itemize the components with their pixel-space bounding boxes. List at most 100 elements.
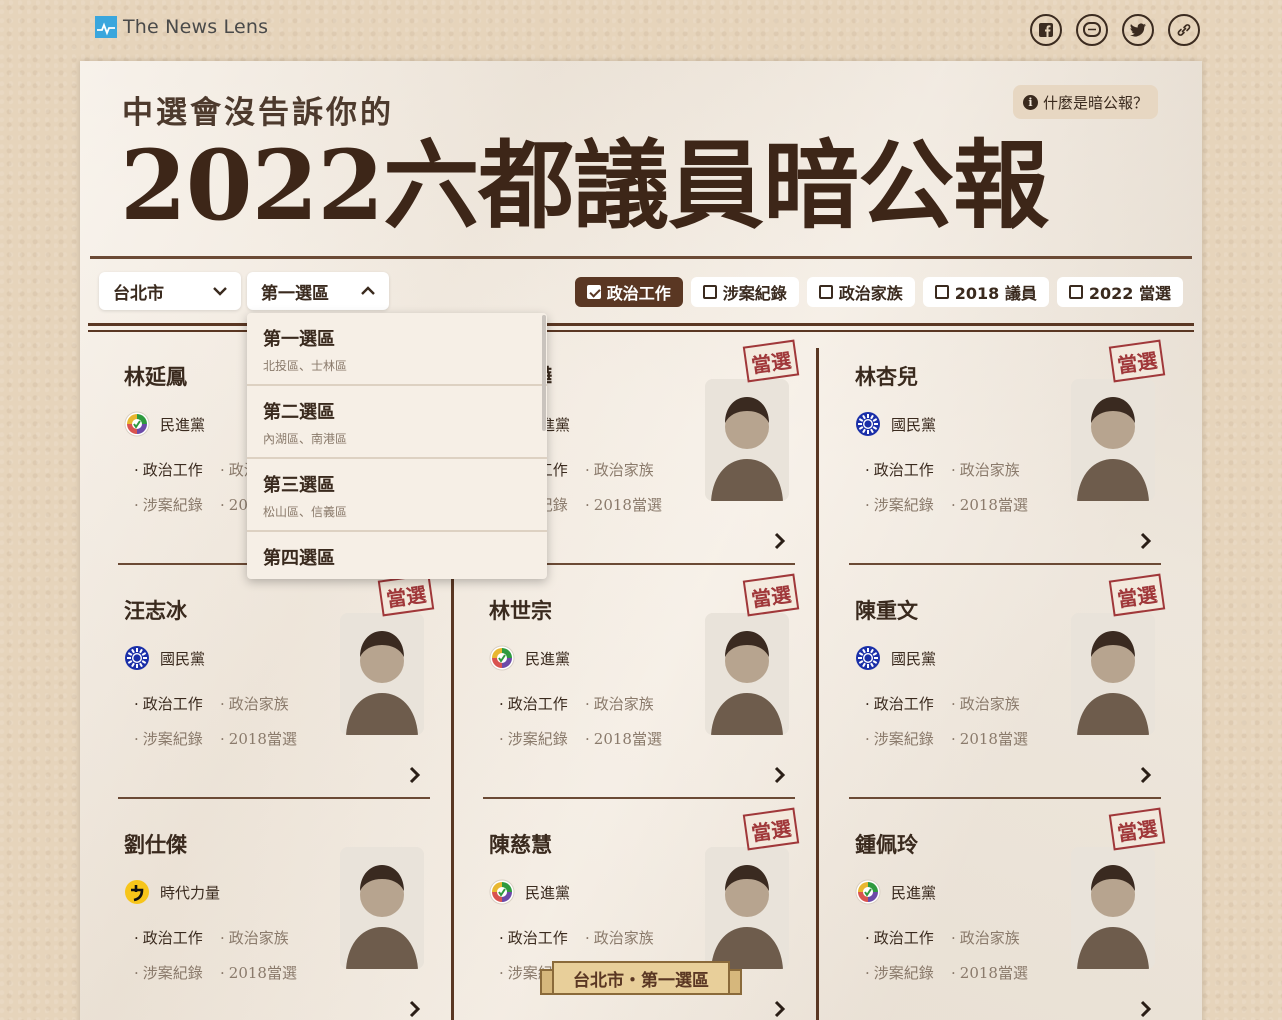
tag-2018-elected: 2018當選: [585, 494, 675, 515]
chevron-right-icon[interactable]: [408, 765, 422, 785]
candidate-photo: [1071, 379, 1155, 501]
party-info: 民進黨: [855, 879, 936, 905]
help-button[interactable]: i 什麼是暗公報？: [1012, 85, 1158, 119]
candidate-name: 汪志冰: [124, 598, 187, 623]
tag-list: 政治工作政治家族涉案紀錄2018當選: [865, 927, 1041, 983]
card-separator: [849, 797, 1161, 799]
chip-2018-councilor[interactable]: 2018 議員: [922, 277, 1049, 307]
party-logo-icon: [855, 879, 881, 905]
chip-political-work[interactable]: 政治工作: [574, 277, 683, 307]
page-subtitle: 中選會沒告訴你的: [122, 95, 394, 131]
tag-2018-elected: 2018當選: [220, 728, 310, 749]
link-icon[interactable]: [1168, 14, 1200, 46]
party-logo-icon: [124, 879, 150, 905]
chip-2022-elected[interactable]: 2022 當選: [1056, 277, 1183, 307]
option-title: 第三選區: [263, 475, 335, 496]
tag-2018-elected: 2018當選: [951, 728, 1041, 749]
party-name: 國民黨: [891, 649, 937, 668]
dropdown-scrollbar[interactable]: [542, 315, 546, 431]
location-ribbon: 台北市・第一選區: [540, 957, 742, 1001]
party-info: 國民黨: [855, 645, 936, 671]
option-title: 第一選區: [263, 329, 335, 350]
elected-stamp: 當選: [742, 807, 800, 851]
checkbox-icon: [702, 285, 717, 299]
candidate-card[interactable]: 林世宗民進黨政治工作政治家族涉案紀錄2018當選 當選: [483, 573, 800, 799]
elected-stamp: 當選: [1108, 807, 1166, 851]
chevron-right-icon[interactable]: [773, 999, 787, 1019]
candidate-photo: [1071, 613, 1155, 735]
twitter-icon[interactable]: [1122, 14, 1154, 46]
chevron-right-icon[interactable]: [408, 999, 422, 1019]
district-dropdown: 第一選區北投區、士林區 第二選區 內湖區、南港區 第三選區松山區、信義區 第四選區: [247, 313, 547, 579]
chip-label: 政治工作: [606, 284, 671, 303]
tag-political-family: 政治家族: [951, 927, 1041, 948]
chevron-right-icon[interactable]: [773, 531, 787, 551]
top-bar: The News Lens: [0, 0, 1282, 60]
card-separator: [118, 797, 430, 799]
tag-list: 政治工作政治家族涉案紀錄2018當選: [134, 927, 310, 983]
tag-political-family: 政治家族: [585, 693, 675, 714]
chevron-right-icon[interactable]: [1139, 765, 1153, 785]
elected-stamp: 當選: [377, 573, 435, 617]
party-name: 民進黨: [891, 883, 937, 902]
tag-political-work: 政治工作: [134, 459, 220, 480]
chevron-right-icon[interactable]: [773, 765, 787, 785]
card-separator: [483, 797, 795, 799]
party-name: 民進黨: [525, 883, 571, 902]
district-option[interactable]: 第一選區北投區、士林區: [247, 313, 547, 386]
logo-icon: [95, 16, 117, 38]
chevron-right-icon[interactable]: [1139, 531, 1153, 551]
candidate-name: 陳重文: [855, 598, 918, 623]
candidate-photo: [705, 613, 789, 735]
site-logo[interactable]: The News Lens: [95, 16, 268, 38]
city-select[interactable]: 台北市: [99, 272, 241, 310]
chip-political-family[interactable]: 政治家族: [806, 277, 915, 307]
column-divider: [816, 348, 819, 1020]
tag-political-work: 政治工作: [865, 459, 951, 480]
tag-case-records: 涉案紀錄: [499, 728, 585, 749]
tag-case-records: 涉案紀錄: [134, 494, 220, 515]
filter-chips: 政治工作 涉案紀錄 政治家族 2018 議員 2022 當選: [574, 277, 1183, 307]
tag-list: 政治工作政治家族涉案紀錄2018當選: [134, 693, 310, 749]
info-icon: i: [1022, 94, 1038, 110]
district-option[interactable]: 第二選區 內湖區、南港區: [247, 386, 547, 459]
tag-list: 政治工作政治家族涉案紀錄2018當選: [865, 459, 1041, 515]
district-option[interactable]: 第三選區松山區、信義區: [247, 459, 547, 532]
tag-political-family: 政治家族: [585, 459, 675, 480]
help-label: 什麼是暗公報？: [1042, 93, 1148, 112]
chevron-right-icon[interactable]: [1139, 999, 1153, 1019]
party-logo-icon: [489, 879, 515, 905]
candidate-name: 林延鳳: [124, 364, 187, 389]
line-icon[interactable]: [1076, 14, 1108, 46]
tag-case-records: 涉案紀錄: [865, 728, 951, 749]
tag-political-work: 政治工作: [499, 693, 585, 714]
tag-list: 政治工作政治家族涉案紀錄2018當選: [865, 693, 1041, 749]
tag-political-work: 政治工作: [134, 693, 220, 714]
tag-2018-elected: 2018當選: [220, 962, 310, 983]
chip-label: 政治家族: [838, 284, 903, 303]
tag-2018-elected: 2018當選: [951, 494, 1041, 515]
district-select[interactable]: 第一選區: [247, 272, 389, 310]
party-info: 民進黨: [124, 411, 205, 437]
candidate-card[interactable]: 劉仕傑時代力量政治工作政治家族涉案紀錄2018當選: [118, 815, 430, 1020]
party-logo-icon: [489, 645, 515, 671]
candidate-card[interactable]: 汪志冰國民黨政治工作政治家族涉案紀錄2018當選 當選: [118, 573, 435, 799]
option-subtitle: 北投區、士林區: [263, 359, 348, 373]
tag-case-records: 涉案紀錄: [134, 728, 220, 749]
logo-text: The News Lens: [123, 16, 269, 38]
party-info: 民進黨: [489, 645, 570, 671]
candidate-card[interactable]: 鍾佩玲民進黨政治工作政治家族涉案紀錄2018當選 當選: [849, 807, 1166, 1020]
tag-political-work: 政治工作: [134, 927, 220, 948]
page-title: 2022六都議員暗公報: [120, 129, 1049, 242]
facebook-icon[interactable]: [1030, 14, 1062, 46]
option-subtitle: 松山區、信義區: [263, 505, 348, 519]
chip-case-records[interactable]: 涉案紀錄: [690, 277, 799, 307]
candidate-card[interactable]: 林杏兒國民黨政治工作政治家族涉案紀錄2018當選 當選: [849, 339, 1166, 565]
district-select-value: 第一選區: [261, 283, 329, 304]
option-title: 第四選區: [263, 548, 335, 569]
candidate-card[interactable]: 陳重文國民黨政治工作政治家族涉案紀錄2018當選 當選: [849, 573, 1166, 799]
candidate-photo: [340, 613, 424, 735]
district-option[interactable]: 第四選區: [247, 532, 547, 579]
party-info: 時代力量: [124, 879, 220, 905]
party-logo-icon: [855, 411, 881, 437]
